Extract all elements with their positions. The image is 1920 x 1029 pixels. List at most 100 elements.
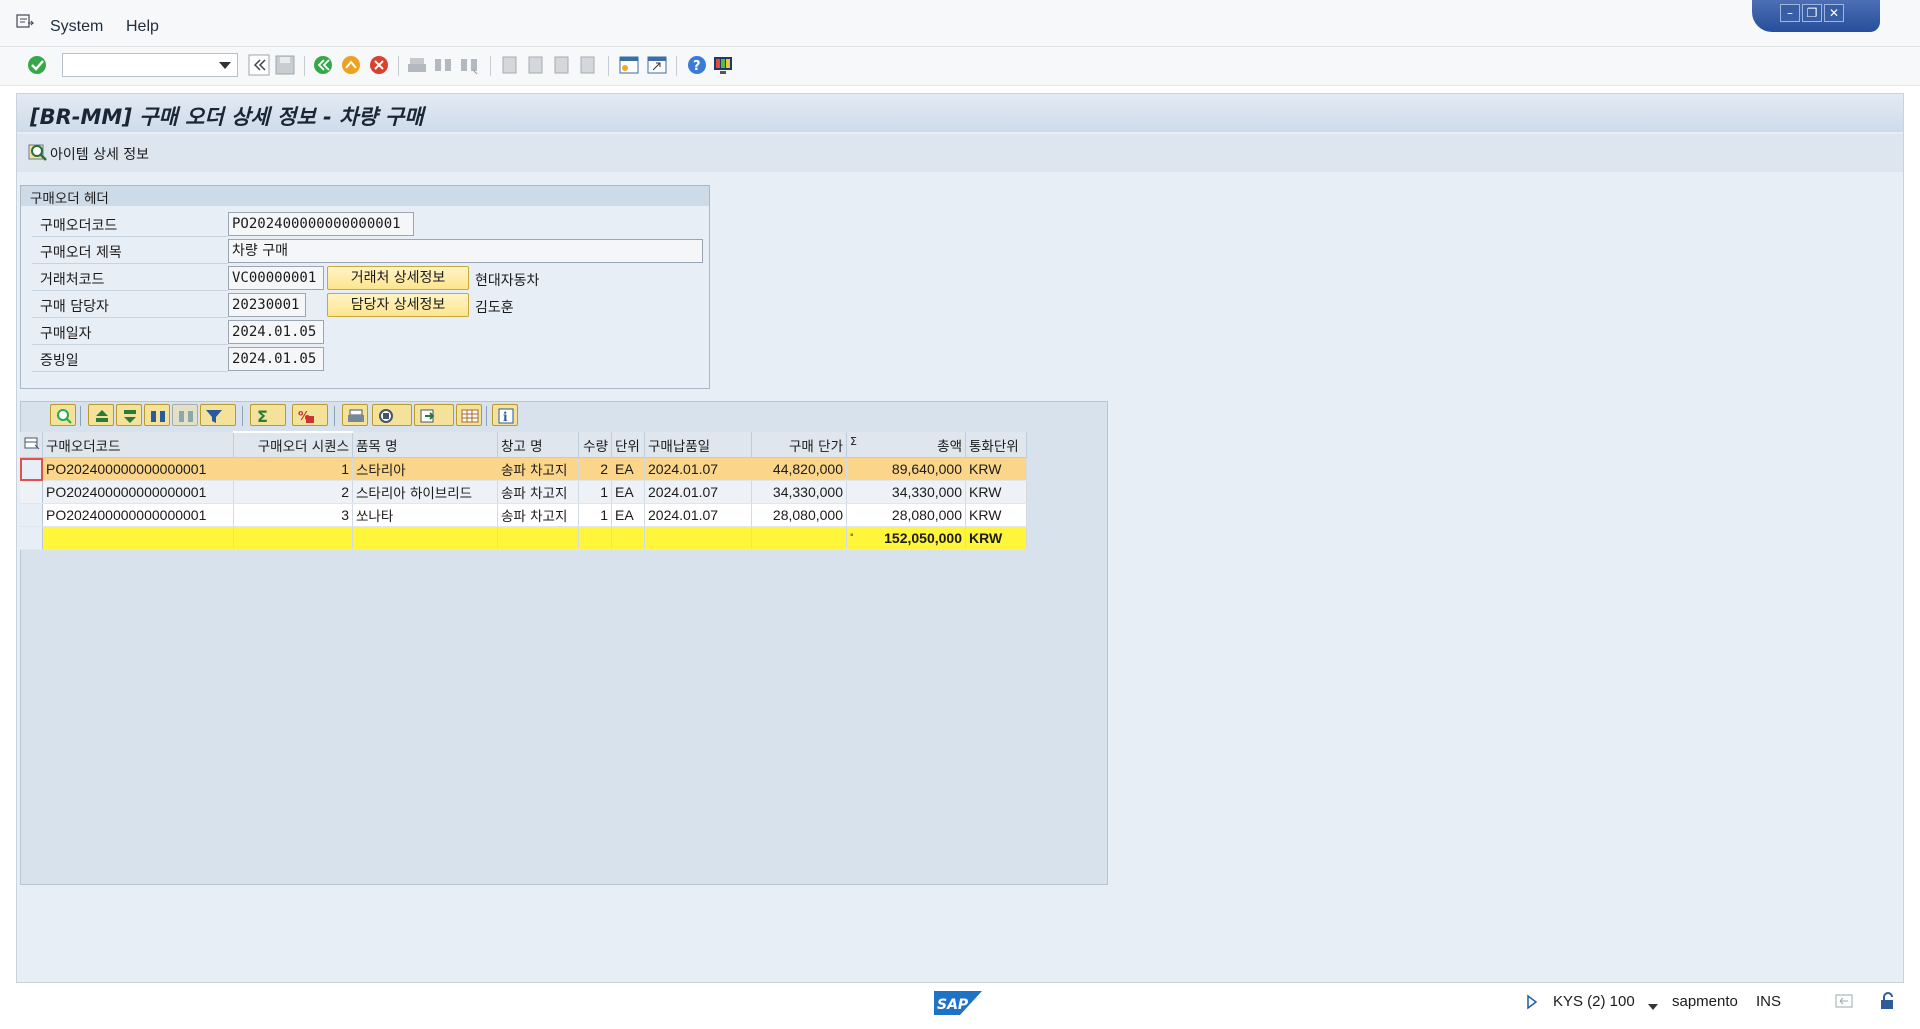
magnifier-detail-icon — [28, 142, 48, 166]
standard-toolbar: ? — [0, 47, 1920, 86]
col-header-sequence[interactable]: 구매오더 시퀀스 — [233, 431, 353, 458]
row-selector[interactable] — [20, 503, 43, 527]
cell-currency: KRW — [965, 480, 1027, 504]
sort-descending-icon[interactable] — [116, 404, 142, 426]
menu-icon[interactable] — [16, 14, 35, 30]
col-header-currency[interactable]: 통화단위 — [965, 432, 1027, 458]
po-header-caption-bar — [21, 186, 709, 206]
cell-sequence: 1 — [233, 457, 353, 481]
menu-help[interactable]: Help — [126, 18, 159, 36]
col-header-po-code[interactable]: 구매오더코드 — [42, 432, 234, 458]
table-row[interactable]: PO202400000000000001 3 쏘나타 송파 차고지 1 EA 2… — [20, 503, 1027, 527]
col-header-quantity[interactable]: 수량 — [578, 432, 612, 458]
next-page-icon[interactable] — [550, 54, 572, 76]
print-icon[interactable] — [342, 404, 368, 426]
cell-unit: EA — [611, 480, 645, 504]
find-icon[interactable] — [144, 404, 170, 426]
new-session-icon[interactable] — [618, 54, 640, 76]
row-selector[interactable] — [20, 457, 43, 481]
item-detail-label: 아이템 상세 정보 — [50, 147, 150, 163]
double-chevron-left-icon[interactable] — [248, 54, 270, 76]
po-header-caption: 구매오더 헤더 — [30, 191, 109, 207]
label-po-code: 구매오더코드 — [40, 218, 118, 234]
cell-total: 89,640,000 — [846, 457, 966, 481]
po-title-field[interactable]: 차량 구매 — [228, 239, 703, 263]
lock-icon[interactable] — [1878, 992, 1896, 1014]
cell-warehouse: 송파 차고지 — [497, 480, 579, 504]
previous-page-icon[interactable] — [524, 54, 546, 76]
cell-po-code: PO202400000000000001 — [42, 480, 234, 504]
cell-item-name: 쏘나타 — [352, 503, 498, 527]
views-icon[interactable] — [372, 404, 412, 426]
cell-total: 28,080,000 — [846, 503, 966, 527]
buyer-name: 김도훈 — [475, 300, 514, 316]
cell-warehouse: 송파 차고지 — [497, 503, 579, 527]
cancel-icon[interactable] — [368, 54, 390, 76]
find-icon[interactable] — [432, 54, 454, 76]
label-buyer: 구매 담당자 — [40, 299, 109, 315]
minimize-icon[interactable]: – — [1780, 4, 1800, 22]
find-next-icon[interactable] — [172, 404, 198, 426]
customize-layout-icon[interactable] — [712, 54, 734, 76]
row-selector[interactable] — [20, 526, 43, 550]
subtotal-icon[interactable]: % — [292, 404, 328, 426]
first-page-icon[interactable] — [498, 54, 520, 76]
restore-icon[interactable]: ❐ — [1802, 4, 1822, 22]
buyer-field[interactable]: 20230001 — [228, 293, 306, 317]
vendor-code-field[interactable]: VC00000001 — [228, 266, 324, 290]
label-po-title: 구매오더 제목 — [40, 245, 122, 261]
find-next-icon[interactable] — [458, 54, 480, 76]
table-total-row[interactable]: ▪ 152,050,000 KRW — [20, 526, 1027, 550]
svg-text:i: i — [503, 410, 508, 424]
shortcut-icon[interactable] — [646, 54, 668, 76]
close-icon[interactable]: ✕ — [1824, 4, 1844, 22]
sort-ascending-icon[interactable] — [88, 404, 114, 426]
col-header-delivery-date[interactable]: 구매납품일 — [644, 432, 752, 458]
buyer-detail-button[interactable]: 담당자 상세정보 — [327, 293, 469, 317]
details-icon[interactable] — [50, 404, 76, 426]
vendor-detail-button[interactable]: 거래처 상세정보 — [327, 266, 469, 290]
help-icon[interactable]: ? — [686, 54, 708, 76]
cell-delivery-date: 2024.01.07 — [644, 480, 752, 504]
menu-system[interactable]: System — [50, 18, 103, 36]
select-all-icon[interactable] — [20, 432, 43, 458]
col-header-warehouse[interactable]: 창고 명 — [497, 432, 579, 458]
cell-sequence: 2 — [233, 480, 353, 504]
table-row[interactable]: PO202400000000000001 1 스타리아 송파 차고지 2 EA … — [20, 457, 1027, 481]
cell-delivery-date: 2024.01.07 — [644, 503, 752, 527]
table-header-row: 구매오더코드 구매오더 시퀀스 품목 명 창고 명 수량 단위 구매납품일 구매… — [20, 431, 1027, 458]
session-icon[interactable] — [1834, 992, 1856, 1014]
change-layout-icon[interactable] — [456, 404, 482, 426]
export-icon[interactable] — [414, 404, 454, 426]
status-system[interactable]: KYS (2) 100 — [1553, 993, 1635, 1010]
col-header-unit[interactable]: 단위 — [611, 432, 645, 458]
cell-warehouse: 송파 차고지 — [497, 457, 579, 481]
play-icon[interactable] — [1526, 994, 1538, 1014]
table-row[interactable]: PO202400000000000001 2 스타리아 하이브리드 송파 차고지… — [20, 480, 1027, 504]
col-header-total[interactable]: Σ 총액 — [846, 432, 966, 458]
command-field[interactable] — [62, 53, 238, 77]
cell-unit: EA — [611, 457, 645, 481]
cell-po-code: PO202400000000000001 — [42, 503, 234, 527]
row-selector[interactable] — [20, 480, 43, 504]
cell-po-code: PO202400000000000001 — [42, 457, 234, 481]
col-header-unit-price[interactable]: 구매 단가 — [751, 432, 847, 458]
sum-icon[interactable]: Σ — [250, 404, 286, 426]
print-icon[interactable] — [406, 54, 428, 76]
col-header-item-name[interactable]: 품목 명 — [352, 432, 498, 458]
status-input-mode[interactable]: INS — [1756, 993, 1781, 1010]
po-code-field[interactable]: PO202400000000000001 — [228, 212, 414, 236]
information-icon[interactable]: i — [492, 404, 518, 426]
cell-item-name: 스타리아 — [352, 457, 498, 481]
enter-icon[interactable] — [26, 54, 48, 76]
dropdown-icon[interactable] — [1648, 999, 1658, 1015]
exit-icon[interactable] — [340, 54, 362, 76]
label-doc-date: 증빙일 — [40, 353, 79, 369]
po-date-field[interactable]: 2024.01.05 — [228, 320, 324, 344]
cell-unit-price: 28,080,000 — [751, 503, 847, 527]
save-icon[interactable] — [274, 54, 296, 76]
filter-icon[interactable] — [200, 404, 236, 426]
last-page-icon[interactable] — [576, 54, 598, 76]
back-icon[interactable] — [312, 54, 334, 76]
doc-date-field[interactable]: 2024.01.05 — [228, 347, 324, 371]
